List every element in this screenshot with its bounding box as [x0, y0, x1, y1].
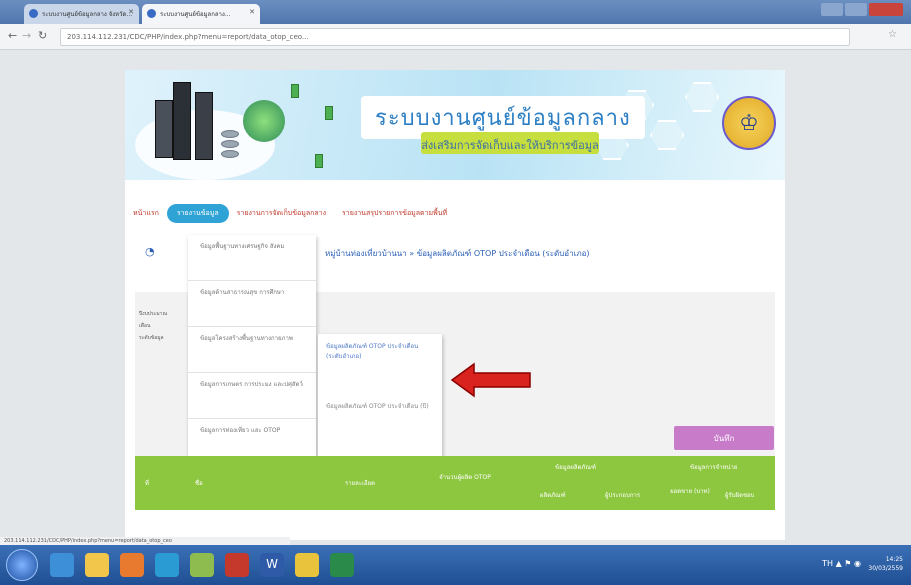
browser-tab-active[interactable]: ระบบงานศูนย์ข้อมูลกลาง... ✕	[142, 4, 260, 24]
forward-icon[interactable]: →	[22, 29, 31, 42]
column-header: ที่	[145, 480, 149, 487]
submenu-item-otop-monthly[interactable]: ข้อมูลผลิตภัณฑ์ OTOP ประจำเดือน (ระดับอำ…	[318, 334, 442, 394]
column-header: ผู้รับผิดชอบ	[725, 492, 755, 499]
column-group-header: ข้อมูลผลิตภัณฑ์	[555, 464, 596, 471]
reload-icon[interactable]: ↻	[38, 29, 47, 42]
device-icon	[291, 84, 299, 98]
red-arrow-icon	[450, 362, 531, 398]
close-tab-icon[interactable]: ✕	[128, 8, 134, 16]
form-label-month: เดือน	[139, 323, 151, 329]
address-input[interactable]: 203.114.112.231/CDC/PHP/index.php?menu=r…	[60, 28, 850, 46]
browser-tab-label: ระบบงานศูนย์ข้อมูลกลาง จังหวัด...	[42, 11, 133, 18]
globe-icon	[243, 100, 285, 142]
column-header: จำนวนผู้ผลิต OTOP	[439, 474, 491, 481]
app-icon[interactable]	[190, 553, 214, 577]
menu-item-area-summary[interactable]: รายงานสรุปรายการข้อมูลตามพื้นที่	[334, 208, 455, 219]
form-label-year: ปีงบประมาณ	[139, 311, 168, 317]
hexagon-graphic	[685, 82, 719, 112]
menu-item-home[interactable]: หน้าแรก	[125, 208, 167, 219]
clock[interactable]: 14:25 30/03/2559	[868, 555, 903, 573]
windows-taskbar: W TH ▲ ⚑ ◉ 14:25 30/03/2559	[0, 545, 911, 585]
form-label-level: ระดับข้อมูล	[139, 335, 164, 341]
chart-icon: ◔	[145, 245, 155, 258]
report-submenu: ข้อมูลผลิตภัณฑ์ OTOP ประจำเดือน (ระดับอำ…	[318, 334, 442, 464]
server-icon	[195, 92, 213, 160]
minimize-button[interactable]	[821, 3, 843, 16]
database-icon	[221, 130, 239, 138]
site-banner: ระบบงานศูนย์ข้อมูลกลาง ส่งเสริมการจัดเก็…	[125, 70, 785, 180]
column-header: ยอดขาย (บาท)	[670, 488, 710, 495]
report-dropdown-menu: ข้อมูลพื้นฐานทางเศรษฐกิจ สังคม ข้อมูลด้า…	[188, 235, 316, 475]
submenu-item-otop-yearly[interactable]: ข้อมูลผลิตภัณฑ์ OTOP ประจำเดือน (ปี)	[318, 394, 442, 454]
breadcrumb: หมู่บ้านท่องเที่ยวบ้านนา » ข้อมูลผลิตภัณ…	[325, 249, 590, 258]
device-icon	[315, 154, 323, 168]
column-group-header: ข้อมูลการจำหน่าย	[690, 464, 738, 471]
device-icon	[325, 106, 333, 120]
browser-viewport: ระบบงานศูนย์ข้อมูลกลาง ส่งเสริมการจัดเก็…	[0, 50, 911, 545]
system-tray-icons[interactable]: TH ▲ ⚑ ◉	[822, 559, 861, 568]
close-tab-icon[interactable]: ✕	[249, 8, 255, 16]
window-controls	[821, 3, 903, 16]
maximize-button[interactable]	[845, 3, 867, 16]
word-icon[interactable]: W	[260, 553, 284, 577]
browser-tab-bar: ระบบงานศูนย์ข้อมูลกลาง จังหวัด... ✕ ระบบ…	[0, 0, 911, 24]
clock-date: 30/03/2559	[868, 565, 903, 572]
column-header: ผลิตภัณฑ์	[540, 492, 566, 499]
column-header: รายละเอียด	[345, 480, 376, 487]
ie-icon[interactable]	[50, 553, 74, 577]
dropdown-item[interactable]: ข้อมูลพื้นฐานทางเศรษฐกิจ สังคม	[188, 235, 316, 281]
star-icon[interactable]: ☆	[888, 29, 897, 40]
browser-tab[interactable]: ระบบงานศูนย์ข้อมูลกลาง จังหวัด... ✕	[24, 4, 139, 24]
main-menu: หน้าแรก รายงานข้อมูล รายงานการจัดเก็บข้อ…	[125, 202, 785, 224]
database-icon	[221, 140, 239, 148]
chrome-icon[interactable]	[295, 553, 319, 577]
back-icon[interactable]: ←	[8, 29, 17, 42]
column-header: ชื่อ	[195, 480, 203, 487]
server-icon	[155, 100, 173, 158]
browser-tab-label: ระบบงานศูนย์ข้อมูลกลาง...	[160, 11, 231, 18]
firefox-icon[interactable]	[225, 553, 249, 577]
server-icon	[173, 82, 191, 160]
crest-icon: ♔	[722, 96, 776, 150]
dropdown-item[interactable]: ข้อมูลการเกษตร การประมง และปศุสัตว์	[188, 373, 316, 419]
site-subtitle: ส่งเสริมการจัดเก็บและให้บริการข้อมูล	[421, 132, 599, 154]
close-window-button[interactable]	[869, 3, 903, 16]
table-header: ที่ ชื่อ รายละเอียด จำนวนผู้ผลิต OTOP ข้…	[135, 456, 775, 510]
database-icon	[221, 150, 239, 158]
globe-icon	[29, 9, 38, 18]
skype-icon[interactable]	[155, 553, 179, 577]
menu-item-collection-report[interactable]: รายงานการจัดเก็บข้อมูลกลาง	[229, 208, 334, 219]
dropdown-item[interactable]: ข้อมูลด้านสาธารณสุข การศึกษา	[188, 281, 316, 327]
column-header: ผู้ประกอบการ	[605, 492, 641, 499]
dropdown-item[interactable]: ข้อมูลโครงสร้างพื้นฐานทางกายภาพ	[188, 327, 316, 373]
menu-item-report[interactable]: รายงานข้อมูล	[166, 203, 229, 223]
globe-icon	[147, 9, 156, 18]
media-player-icon[interactable]	[120, 553, 144, 577]
web-page: ระบบงานศูนย์ข้อมูลกลาง ส่งเสริมการจัดเก็…	[125, 70, 785, 540]
folder-icon[interactable]	[85, 553, 109, 577]
start-button[interactable]	[6, 549, 38, 581]
clock-time: 14:25	[885, 556, 903, 563]
address-bar-row: ← → ↻ 203.114.112.231/CDC/PHP/index.php?…	[0, 24, 911, 50]
save-button[interactable]: บันทึก	[674, 426, 774, 450]
hexagon-graphic	[650, 120, 684, 150]
excel-icon[interactable]	[330, 553, 354, 577]
